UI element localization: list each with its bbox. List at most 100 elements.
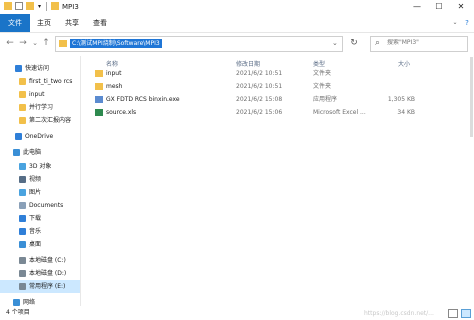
music-icon <box>19 228 26 235</box>
folder-icon <box>4 2 12 10</box>
help-icon[interactable]: ? <box>462 14 472 32</box>
title-divider <box>46 2 47 11</box>
network-icon <box>13 299 20 306</box>
sidebar-item[interactable]: 本地磁盘 (D:) <box>0 267 80 280</box>
video-icon <box>19 176 26 183</box>
ribbon-tabs: 文件 主页 共享 查看 ⌄ ? <box>0 14 474 33</box>
forward-button[interactable]: → <box>17 36 29 50</box>
file-name: input <box>106 70 122 77</box>
file-type: 文件夹 <box>313 70 332 77</box>
file-size: 1,305 KB <box>387 96 415 103</box>
sidebar-item-label: 本地磁盘 (D:) <box>29 270 67 277</box>
sidebar-item-label: 视频 <box>29 176 42 183</box>
sidebar-item[interactable]: first_ti_two rcs <box>0 75 80 88</box>
picture-icon <box>19 189 26 196</box>
sidebar-item[interactable]: 下载 <box>0 212 80 225</box>
refresh-button[interactable]: ↻ <box>348 36 360 50</box>
item-count: 4 个项目 <box>6 309 30 316</box>
navigation-pane: 快速访问 first_ti_two rcs input 并行学习第二次汇报内容 OneD… <box>0 56 81 306</box>
sidebar-item-label: 图片 <box>29 189 42 196</box>
file-type: 文件夹 <box>313 83 332 90</box>
maximize-button[interactable]: ☐ <box>428 0 450 14</box>
drive-icon <box>19 270 26 277</box>
file-row[interactable]: mesh 2021/6/2 10:51 文件夹 <box>88 80 474 93</box>
sidebar-item-label: first_ti_two rcs <box>29 78 73 85</box>
tab-share[interactable]: 共享 <box>62 14 82 32</box>
sidebar-item-label: 音乐 <box>29 228 42 235</box>
desktop-icon <box>19 241 26 248</box>
address-dropdown-icon[interactable]: ⌄ <box>332 39 338 47</box>
sidebar-item-label: 常用程序 (E:) <box>29 283 66 290</box>
status-bar: 4 个项目 https://blog.csdn.net/... <box>0 307 474 319</box>
customize-toolbar-icon[interactable]: ▾ <box>38 3 46 11</box>
search-box[interactable]: ⌕ <box>370 36 468 52</box>
address-bar[interactable]: C:\测试MPI烧制\Software\MPI3 ⌄ <box>55 36 343 52</box>
folder-icon <box>95 70 103 77</box>
file-date: 2021/6/2 15:06 <box>236 109 283 116</box>
address-row: ← → ⌄ ↑ C:\测试MPI烧制\Software\MPI3 ⌄ ↻ ⌕ <box>0 33 474 53</box>
search-icon: ⌕ <box>375 38 381 48</box>
file-row[interactable]: input 2021/6/2 10:51 文件夹 <box>88 67 474 80</box>
computer-icon <box>13 149 20 156</box>
sidebar-item-label: 桌面 <box>29 241 42 248</box>
cloud-icon <box>15 133 22 140</box>
sidebar-item-label: Documents <box>29 202 64 209</box>
sidebar-item[interactable]: 音乐 <box>0 225 80 238</box>
folder-icon <box>59 40 67 47</box>
sidebar-item-label: OneDrive <box>25 133 54 140</box>
file-row[interactable]: source.xls 2021/6/2 15:06 Microsoft Excel … <box>88 106 474 119</box>
up-button[interactable]: ↑ <box>40 36 52 50</box>
sidebar-item[interactable]: 3D 对象 <box>0 160 80 173</box>
details-view-icon[interactable] <box>448 309 458 318</box>
sidebar-item[interactable]: 图片 <box>0 186 80 199</box>
cube-icon <box>19 163 26 170</box>
file-row[interactable]: GX FDTD RCS binxin.exe 2021/6/2 15:08 应用程序… <box>88 93 474 106</box>
sidebar-item[interactable]: 常用程序 (E:) <box>0 280 80 293</box>
folder-icon <box>19 91 26 98</box>
file-size: 34 KB <box>397 109 415 116</box>
tab-file[interactable]: 文件 <box>0 14 30 32</box>
sidebar-item[interactable]: Documents <box>0 199 80 212</box>
tab-view[interactable]: 查看 <box>90 14 110 32</box>
sidebar-item-label: 第二次汇报内容 <box>29 117 72 124</box>
sidebar-item[interactable]: 此电脑 <box>0 146 80 159</box>
sidebar-item[interactable]: 本地磁盘 (C:) <box>0 254 80 267</box>
file-date: 2021/6/2 10:51 <box>236 70 283 77</box>
sidebar-item[interactable]: 桌面 <box>0 238 80 251</box>
sidebar-item[interactable]: OneDrive <box>0 130 80 143</box>
sidebar-item[interactable]: 视频 <box>0 173 80 186</box>
sidebar-item[interactable]: 并行学习 <box>0 101 80 114</box>
folder-icon <box>19 117 26 124</box>
file-date: 2021/6/2 15:08 <box>236 96 283 103</box>
tab-home[interactable]: 主页 <box>34 14 54 32</box>
sidebar-item[interactable]: 第二次汇报内容 <box>0 114 80 127</box>
file-name: GX FDTD RCS binxin.exe <box>106 96 180 103</box>
file-type: Microsoft Excel ... <box>313 109 366 116</box>
address-path[interactable]: C:\测试MPI烧制\Software\MPI3 <box>70 39 162 48</box>
file-type: 应用程序 <box>313 96 338 103</box>
watermark: https://blog.csdn.net/... <box>364 310 434 317</box>
file-name: mesh <box>106 83 123 90</box>
folder-icon <box>19 104 26 111</box>
close-button[interactable]: ✕ <box>450 0 472 14</box>
properties-icon[interactable] <box>15 2 23 10</box>
window-folder-icon <box>51 2 59 10</box>
sidebar-item-label: input <box>29 91 45 98</box>
sidebar-item-label: 3D 对象 <box>29 163 52 170</box>
file-name: source.xls <box>106 109 137 116</box>
ribbon-expand-icon[interactable]: ⌄ <box>450 14 460 32</box>
sidebar-item[interactable]: 快速访问 <box>0 62 80 75</box>
star-icon <box>15 65 22 72</box>
window-title: MPI3 <box>62 3 79 11</box>
back-button[interactable]: ← <box>4 36 16 50</box>
new-folder-icon[interactable] <box>26 2 34 10</box>
sidebar-item[interactable]: input <box>0 88 80 101</box>
large-icons-view-icon[interactable] <box>461 309 471 318</box>
document-icon <box>19 202 26 209</box>
minimize-button[interactable]: — <box>406 0 428 14</box>
download-icon <box>19 215 26 222</box>
excel-icon <box>95 109 103 116</box>
folder-icon <box>19 78 26 85</box>
sidebar-item-label: 下载 <box>29 215 42 222</box>
search-input[interactable] <box>387 39 461 46</box>
